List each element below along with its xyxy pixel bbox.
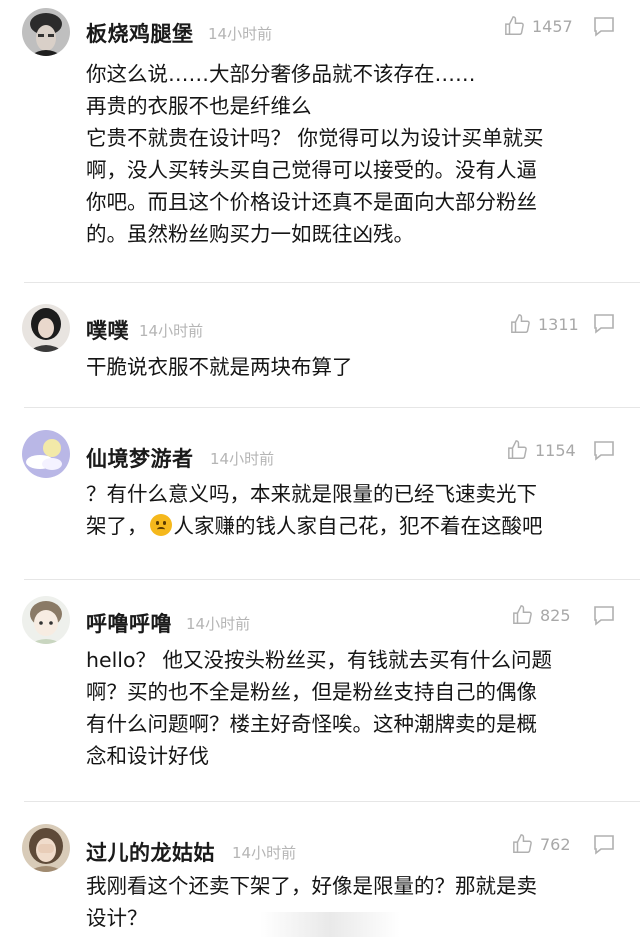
timestamp: 14小时前 xyxy=(232,844,297,862)
like-count: 1311 xyxy=(538,314,579,334)
comment-icon xyxy=(594,835,614,855)
reply-button[interactable] xyxy=(592,16,616,38)
timestamp: 14小时前 xyxy=(208,25,273,43)
thumbs-up-icon xyxy=(508,440,527,459)
thumbs-up-icon xyxy=(511,314,530,333)
comment-text: 你这么说……大部分奢侈品就不该存在…… 再贵的衣服不也是纤维么 它贵不就贵在设计… xyxy=(86,62,544,246)
comment-text: ？有什么意义吗，本来就是限量的已经飞速卖光下 架了， 人家赚的钱人家自己花，犯不着… xyxy=(86,482,543,538)
like-button[interactable]: 762 xyxy=(512,833,571,855)
avatar[interactable] xyxy=(22,596,70,644)
username[interactable]: 板烧鸡腿堡 xyxy=(86,18,194,48)
reply-button[interactable] xyxy=(592,834,616,856)
timestamp: 14小时前 xyxy=(186,615,251,633)
like-button[interactable]: 1154 xyxy=(507,439,576,461)
like-button[interactable]: 1311 xyxy=(510,313,579,335)
like-count: 1154 xyxy=(535,440,576,460)
comment-icon xyxy=(594,441,614,461)
upside-down-face-emoji-icon xyxy=(149,514,172,536)
comment-text: hello？ 他又没按头粉丝买，有钱就去买有什么问题 啊？买的也不全是粉丝，但是… xyxy=(86,648,553,768)
reply-button[interactable] xyxy=(592,313,616,335)
username[interactable]: 仙境梦游者 xyxy=(86,443,194,473)
username[interactable]: 噗噗 xyxy=(86,315,129,345)
comment-feed: 板烧鸡腿堡 14小时前 1457 你这么说……大部分奢侈品就不该存在…… 再贵的… xyxy=(0,0,640,937)
thumbs-up-icon xyxy=(513,834,532,853)
avatar[interactable] xyxy=(22,430,70,478)
comment-icon xyxy=(594,314,614,334)
timestamp: 14小时前 xyxy=(210,450,275,468)
like-count: 825 xyxy=(540,605,571,625)
like-button[interactable]: 825 xyxy=(512,604,571,626)
username[interactable]: 呼噜呼噜 xyxy=(86,608,172,638)
like-button[interactable]: 1457 xyxy=(504,15,573,37)
reply-button[interactable] xyxy=(592,605,616,627)
like-count: 1457 xyxy=(532,16,573,36)
comment-icon xyxy=(594,17,614,37)
avatar[interactable] xyxy=(22,304,70,352)
username[interactable]: 过儿的龙姑姑 xyxy=(86,837,215,867)
thumbs-up-icon xyxy=(505,16,524,35)
avatar[interactable] xyxy=(22,824,70,872)
thumbs-up-icon xyxy=(513,605,532,624)
avatar[interactable] xyxy=(22,8,70,56)
like-count: 762 xyxy=(540,834,571,854)
comment-icon xyxy=(594,606,614,626)
comment-text: 干脆说衣服不就是两块布算了 xyxy=(86,355,353,379)
comment-item: 仙境梦游者 14小时前 1154 ？有什么意义吗，本来就是限量的已经飞速卖光下 … xyxy=(0,408,640,579)
reply-button[interactable] xyxy=(592,440,616,462)
watermark-blur xyxy=(260,912,400,937)
timestamp: 14小时前 xyxy=(139,322,204,340)
comment-item: 呼噜呼噜 14小时前 825 hello？ 他又没按头粉丝买，有钱就去买有什么问… xyxy=(0,580,640,801)
comment-item: 板烧鸡腿堡 14小时前 1457 你这么说……大部分奢侈品就不该存在…… 再贵的… xyxy=(0,0,640,282)
comment-item: 噗噗 14小时前 1311 干脆说衣服不就是两块布算了 xyxy=(0,283,640,407)
